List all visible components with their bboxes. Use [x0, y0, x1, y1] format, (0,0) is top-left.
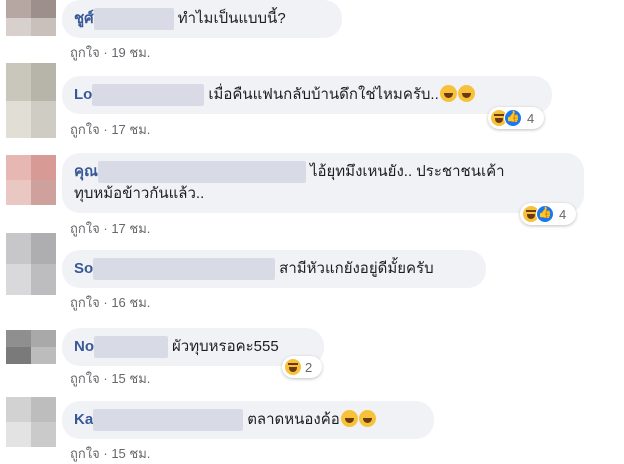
comment-bubble: Lo เมื่อคืนแฟนกลับบ้านดึกใช่ไหมครับ.. — [62, 76, 552, 114]
reaction-summary[interactable]: 2 — [282, 356, 322, 378]
timestamp-link[interactable]: 15 ชม. — [111, 371, 150, 386]
redacted-name — [97, 161, 306, 184]
comment-text: ผัวทุบหรอคะ555 — [172, 338, 279, 355]
avatar[interactable] — [6, 155, 56, 205]
comment-meta: ถูกใจ · 15 ชม. — [70, 443, 150, 464]
comment-author[interactable]: So — [74, 260, 93, 277]
laugh-emoji-icon — [439, 85, 457, 102]
timestamp-link[interactable]: 17 ชม. — [111, 122, 150, 137]
like-link[interactable]: ถูกใจ — [70, 45, 100, 60]
sweat-smile-emoji-icon — [457, 85, 475, 102]
separator: · — [103, 122, 108, 137]
avatar[interactable] — [6, 397, 56, 447]
reaction-count: 4 — [559, 206, 567, 222]
comment-text: เมื่อคืนแฟนกลับบ้านดึกใช่ไหมครับ.. — [208, 86, 439, 103]
laugh-reaction-icon — [284, 358, 302, 376]
redacted-name — [94, 336, 168, 359]
separator: · — [103, 446, 108, 461]
laugh-emoji-icon — [340, 410, 358, 427]
comment-text-line1: ไอ้ยุทมึงเหนยัง.. ประชาชนเค้า — [309, 163, 505, 180]
comment-text: สามีหัวแกยังอยู่ดีมั้ยครับ — [279, 260, 434, 277]
redacted-name — [93, 258, 276, 281]
like-reaction-icon — [504, 109, 522, 127]
avatar[interactable] — [6, 233, 56, 295]
avatar[interactable] — [6, 0, 56, 36]
comment-bubble: คุณ ไอ้ยุทมึงเหนยัง.. ประชาชนเค้า ทุบหม้อ… — [62, 153, 584, 213]
redacted-name — [92, 84, 205, 107]
comment-author[interactable]: Lo — [74, 86, 92, 103]
separator: · — [103, 45, 108, 60]
avatar[interactable] — [6, 63, 56, 138]
comment-meta: ถูกใจ · 19 ชม. — [70, 42, 150, 63]
comment-bubble: ชูศ์ ทำไมเป็นแบบนี้? — [62, 0, 342, 38]
comment-author[interactable]: No — [74, 338, 94, 355]
comment-bubble: Ka ตลาดหนองค้อ — [62, 401, 434, 439]
timestamp-link[interactable]: 17 ชม. — [111, 221, 150, 236]
redacted-name — [93, 409, 244, 432]
like-link[interactable]: ถูกใจ — [70, 446, 100, 461]
reaction-count: 2 — [305, 359, 313, 375]
comment-author[interactable]: ชูศ์ — [74, 10, 94, 27]
comment-author[interactable]: คุณ — [74, 163, 98, 180]
comment-text: ตลาดหนองค้อ — [247, 411, 340, 428]
timestamp-link[interactable]: 15 ชม. — [111, 446, 150, 461]
like-reaction-icon — [536, 205, 554, 223]
comment-meta: ถูกใจ · 15 ชม. — [70, 368, 150, 389]
comment-text-line2: ทุบหม้อข้าวกันแล้ว.. — [74, 185, 205, 203]
like-link[interactable]: ถูกใจ — [70, 122, 100, 137]
separator: · — [103, 295, 108, 310]
reaction-summary[interactable]: 4 — [520, 203, 576, 225]
laugh-emoji-icon — [358, 410, 376, 427]
like-link[interactable]: ถูกใจ — [70, 295, 100, 310]
comment-bubble: So สามีหัวแกยังอยู่ดีมั้ยครับ — [62, 250, 486, 288]
reaction-count: 4 — [527, 110, 535, 126]
comment-meta: ถูกใจ · 16 ชม. — [70, 292, 150, 313]
reaction-summary[interactable]: 4 — [488, 107, 544, 129]
timestamp-link[interactable]: 19 ชม. — [111, 45, 150, 60]
redacted-name — [93, 8, 174, 31]
separator: · — [103, 221, 108, 236]
comment-author[interactable]: Ka — [74, 411, 93, 428]
comment-text: ทำไมเป็นแบบนี้? — [177, 10, 286, 27]
like-link[interactable]: ถูกใจ — [70, 221, 100, 236]
comment-meta: ถูกใจ · 17 ชม. — [70, 119, 150, 140]
timestamp-link[interactable]: 16 ชม. — [111, 295, 150, 310]
comment-meta: ถูกใจ · 17 ชม. — [70, 218, 150, 239]
separator: · — [103, 371, 108, 386]
like-link[interactable]: ถูกใจ — [70, 371, 100, 386]
avatar[interactable] — [6, 330, 56, 364]
